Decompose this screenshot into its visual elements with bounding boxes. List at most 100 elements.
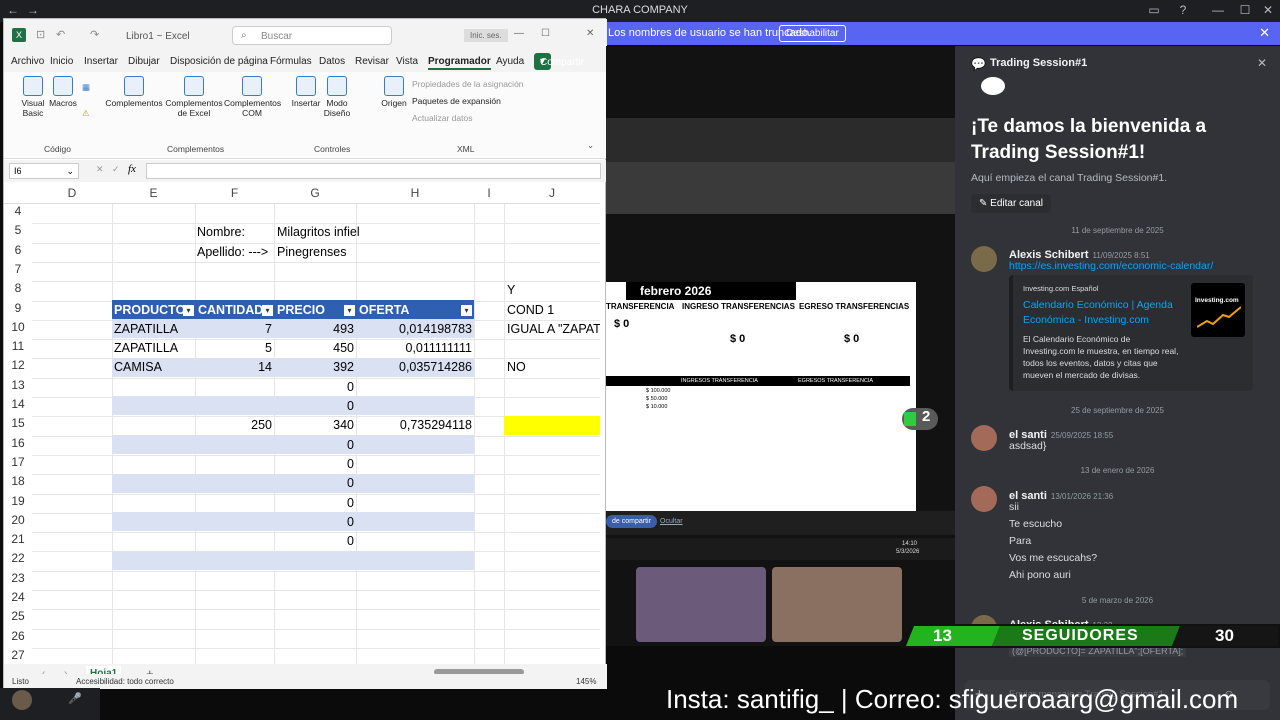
- close-icon[interactable]: ✕: [1257, 3, 1279, 17]
- filter-icon[interactable]: ▾: [183, 305, 194, 316]
- table-cell[interactable]: [114, 397, 192, 416]
- col-header[interactable]: E: [112, 182, 195, 204]
- table-cell[interactable]: 0: [276, 513, 354, 532]
- formula-input[interactable]: [146, 163, 601, 179]
- name-box[interactable]: I6 ⌄: [9, 163, 79, 179]
- status-accessibility[interactable]: Accesibilidad: todo correcto: [76, 677, 174, 686]
- fx-icon[interactable]: fx: [128, 163, 136, 175]
- table-cell[interactable]: [114, 416, 192, 435]
- table-cell[interactable]: [114, 455, 192, 474]
- table-cell[interactable]: 0,035714286: [358, 358, 472, 377]
- table-cell[interactable]: 0: [276, 455, 354, 474]
- table-cell[interactable]: [197, 474, 272, 493]
- table-cell[interactable]: CAMISA: [114, 358, 192, 377]
- complementos-com-button[interactable]: Complementos COM: [224, 76, 281, 118]
- cell-no[interactable]: NO: [507, 358, 526, 377]
- highlighted-cell[interactable]: [504, 415, 600, 435]
- col-header[interactable]: H: [356, 182, 474, 204]
- row-header[interactable]: 13: [4, 377, 32, 397]
- table-cell[interactable]: 0,011111111: [358, 339, 473, 358]
- macro-security-icon[interactable]: ⚠: [82, 108, 90, 119]
- table-cell[interactable]: [197, 494, 272, 513]
- table-cell[interactable]: [358, 474, 472, 493]
- table-cell[interactable]: [358, 397, 472, 416]
- search-box[interactable]: ⌕ Buscar: [232, 26, 392, 45]
- row-header[interactable]: 21: [4, 532, 32, 552]
- confirm-icon[interactable]: ✓: [112, 164, 120, 175]
- prop-asignacion-button[interactable]: Propiedades de la asignación: [412, 79, 524, 89]
- table-cell[interactable]: 0: [276, 397, 354, 416]
- macros-button[interactable]: Macros: [48, 76, 78, 108]
- row-header[interactable]: 22: [4, 551, 32, 571]
- avatar[interactable]: [971, 246, 997, 272]
- signin-button[interactable]: Inic. ses.: [464, 29, 508, 42]
- table-cell[interactable]: [197, 513, 272, 532]
- row-header[interactable]: 25: [4, 609, 32, 629]
- tab-archivo[interactable]: Archivo: [11, 56, 44, 67]
- col-header[interactable]: J: [504, 182, 600, 204]
- filter-icon[interactable]: ▾: [344, 305, 355, 316]
- table-cell[interactable]: [114, 513, 192, 532]
- message-link[interactable]: https://es.investing.com/economic-calend…: [1009, 260, 1213, 272]
- cell-cond1[interactable]: COND 1: [507, 301, 554, 320]
- tab-disposicion[interactable]: Disposición de página: [170, 56, 268, 67]
- col-header[interactable]: F: [195, 182, 274, 204]
- row-header[interactable]: 16: [4, 435, 32, 455]
- tab-insertar[interactable]: Insertar: [84, 56, 118, 67]
- table-cell[interactable]: [197, 378, 272, 397]
- cell-igual[interactable]: IGUAL A "ZAPAT: [507, 320, 600, 339]
- table-cell[interactable]: 0: [276, 378, 354, 397]
- avatar[interactable]: [12, 690, 32, 710]
- table-cell[interactable]: 0,014198783: [358, 320, 472, 339]
- nombre-value[interactable]: Milagritos infiel: [277, 223, 360, 242]
- table-cell[interactable]: 14: [197, 358, 272, 377]
- cell-y[interactable]: Y: [507, 281, 515, 300]
- actualizar-button[interactable]: Actualizar datos: [412, 113, 472, 123]
- row-header[interactable]: 26: [4, 628, 32, 648]
- table-cell[interactable]: [197, 455, 272, 474]
- tab-inicio[interactable]: Inicio: [50, 56, 73, 67]
- row-header[interactable]: 4: [4, 204, 32, 224]
- share-button[interactable]: Compartir ▾: [534, 53, 584, 70]
- table-cell[interactable]: [197, 532, 272, 551]
- table-cell[interactable]: 0: [276, 494, 354, 513]
- table-cell[interactable]: 392: [276, 358, 354, 377]
- table-cell[interactable]: ZAPATILLA: [114, 320, 192, 339]
- modo-diseno-button[interactable]: Modo Diseño: [322, 76, 352, 118]
- table-cell[interactable]: [197, 397, 272, 416]
- row-header[interactable]: 24: [4, 590, 32, 610]
- row-header[interactable]: 8: [4, 281, 32, 301]
- back-icon[interactable]: ←: [2, 3, 24, 17]
- table-cell[interactable]: 340: [276, 416, 354, 435]
- visual-basic-button[interactable]: Visual Basic: [18, 76, 48, 118]
- table-cell[interactable]: [114, 378, 192, 397]
- apellido-value[interactable]: Pinegrenses: [277, 243, 347, 262]
- row-header[interactable]: 19: [4, 493, 32, 513]
- table-cell[interactable]: 0: [276, 474, 354, 493]
- complementos-excel-button[interactable]: Complementos de Excel: [164, 76, 224, 118]
- avatar[interactable]: [971, 425, 997, 451]
- cancel-icon[interactable]: ✕: [96, 164, 104, 175]
- row-header[interactable]: 23: [4, 570, 32, 590]
- undo-icon[interactable]: ↶: [56, 28, 65, 41]
- row-header[interactable]: 15: [4, 416, 32, 436]
- select-all[interactable]: [4, 182, 32, 204]
- table-cell[interactable]: [358, 513, 472, 532]
- tab-datos[interactable]: Datos: [319, 56, 345, 67]
- tab-revisar[interactable]: Revisar: [355, 56, 389, 67]
- row-header[interactable]: 14: [4, 397, 32, 417]
- table-cell[interactable]: [358, 455, 472, 474]
- tab-vista[interactable]: Vista: [396, 56, 418, 67]
- row-header[interactable]: 10: [4, 319, 32, 340]
- tab-dibujar[interactable]: Dibujar: [128, 56, 160, 67]
- table-cell[interactable]: [197, 436, 272, 455]
- row-header[interactable]: 20: [4, 512, 32, 533]
- excel-maximize-icon[interactable]: ☐: [541, 28, 550, 39]
- table-cell[interactable]: [114, 474, 192, 493]
- row-header[interactable]: 27: [4, 647, 32, 664]
- disable-button[interactable]: Deshabilitar: [779, 25, 846, 42]
- filter-icon[interactable]: ▾: [461, 305, 472, 316]
- edit-channel-button[interactable]: ✎ Editar canal: [971, 194, 1051, 213]
- table-cell[interactable]: 0: [276, 436, 354, 455]
- th-cantidad[interactable]: CANTIDAD: [198, 301, 263, 320]
